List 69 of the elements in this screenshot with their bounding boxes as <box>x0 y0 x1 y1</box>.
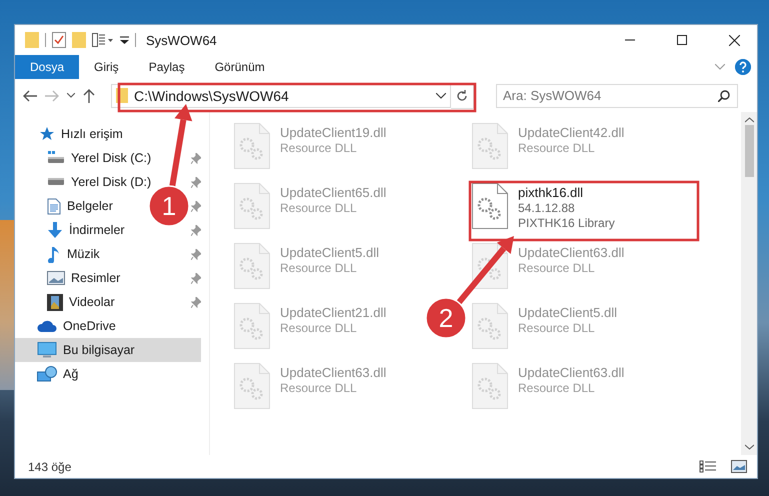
dropdown-icon[interactable] <box>120 35 129 45</box>
properties-icon[interactable] <box>52 32 66 48</box>
network-icon <box>37 366 57 382</box>
music-note-icon <box>47 246 61 262</box>
sidebar-item[interactable]: Bu bilgisayar <box>15 338 201 362</box>
file-icon <box>234 183 270 229</box>
star-icon <box>39 126 55 142</box>
monitor-icon <box>37 342 57 358</box>
ribbon-tab[interactable]: Görünüm <box>200 55 280 79</box>
file-icon <box>234 123 270 169</box>
file-icon <box>472 123 508 169</box>
sidebar-item[interactable]: İndirmeler <box>47 218 131 242</box>
scroll-down-icon[interactable] <box>744 444 754 450</box>
sidebar-item[interactable]: Ağ <box>15 362 201 386</box>
file-icon <box>234 303 270 349</box>
cloud-icon <box>37 320 57 332</box>
address-field[interactable]: C:\Windows\SysWOW64 <box>111 84 451 108</box>
sidebar-item[interactable]: Yerel Disk (D:) <box>47 170 158 194</box>
down-arrow-icon <box>47 222 63 238</box>
picture-icon <box>47 271 65 285</box>
refresh-icon <box>456 90 468 102</box>
scroll-up-icon[interactable] <box>744 117 754 123</box>
step-marker <box>425 297 467 339</box>
back-icon[interactable] <box>23 90 37 102</box>
close-icon <box>728 34 740 46</box>
ribbon-tab[interactable]: Giriş <box>79 55 134 79</box>
pin-icon[interactable] <box>191 200 201 212</box>
window-title: SysWOW64 <box>146 32 218 48</box>
maximize-icon <box>677 35 687 45</box>
file-icon <box>472 363 508 409</box>
sidebar-item[interactable]: Resimler <box>47 266 126 290</box>
pin-icon[interactable] <box>191 272 201 284</box>
pin-icon[interactable] <box>191 248 201 260</box>
step-number: 1 <box>162 191 176 221</box>
up-arrow-icon[interactable] <box>83 88 95 102</box>
view-options-icon[interactable] <box>92 33 114 47</box>
pin-icon[interactable] <box>191 152 201 164</box>
recent-locations-icon[interactable] <box>67 93 75 98</box>
dropdown-icon[interactable] <box>436 92 446 98</box>
expand-ribbon-icon[interactable] <box>715 64 725 70</box>
gear-file-icon <box>472 183 508 229</box>
details-view-icon[interactable] <box>699 460 717 473</box>
sidebar-item[interactable]: Yerel Disk (C:) <box>47 146 158 170</box>
refresh-button[interactable] <box>451 82 474 108</box>
sidebar-item[interactable]: Videolar <box>47 290 121 314</box>
file-icon <box>234 363 270 409</box>
sidebar-item[interactable]: OneDrive <box>15 314 201 338</box>
document-icon <box>47 198 61 214</box>
help-icon[interactable] <box>735 59 751 75</box>
large-icons-view-icon[interactable] <box>731 460 747 473</box>
film-icon <box>47 294 63 310</box>
pin-icon[interactable] <box>191 176 201 188</box>
search-icon[interactable] <box>718 90 730 102</box>
step-number: 2 <box>438 303 454 333</box>
file-item[interactable]: pixthk16.dll 54.1.12.88 PIXTHK16 Library <box>470 179 617 234</box>
scrollbar-thumb[interactable] <box>744 125 754 177</box>
pin-icon[interactable] <box>191 296 201 308</box>
file-icon <box>234 243 270 289</box>
sidebar-item[interactable]: Hızlı erişim <box>15 122 201 146</box>
item-count: 143 öğe <box>28 460 72 474</box>
ribbon-tab[interactable]: Paylaş <box>134 55 200 79</box>
search-field[interactable]: Ara: SysWOW64 <box>496 84 738 108</box>
drive-icon <box>47 151 65 165</box>
sidebar-item[interactable]: Müzik <box>47 242 106 266</box>
drive-icon <box>47 178 65 186</box>
sidebar-item[interactable]: Belgeler <box>47 194 119 218</box>
ribbon-tab[interactable]: Dosya <box>15 55 80 79</box>
file-icon <box>472 303 508 349</box>
pin-icon[interactable] <box>191 224 201 236</box>
